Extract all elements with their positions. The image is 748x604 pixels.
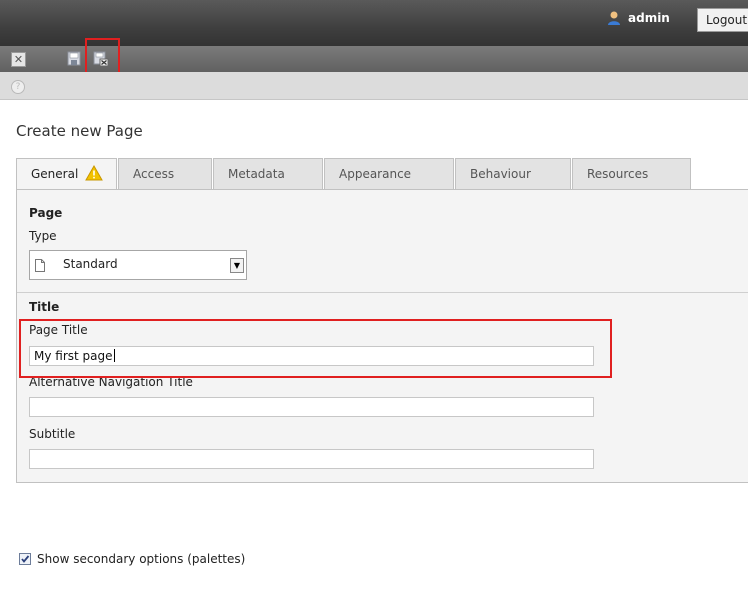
type-select-value: Standard bbox=[63, 257, 118, 271]
type-label: Type bbox=[29, 229, 57, 243]
highlight-page-title bbox=[19, 319, 612, 378]
tab-appearance[interactable]: Appearance bbox=[324, 158, 454, 189]
section-title: Title bbox=[29, 300, 60, 314]
type-select[interactable]: Standard ▼ bbox=[29, 250, 247, 280]
tab-access[interactable]: Access bbox=[118, 158, 212, 189]
palettes-option[interactable]: Show secondary options (palettes) bbox=[19, 552, 245, 566]
tab-label: Access bbox=[133, 167, 175, 181]
section-page: Page bbox=[29, 206, 63, 220]
tab-label: Resources bbox=[587, 167, 649, 181]
user-menu[interactable]: admin bbox=[606, 10, 670, 26]
palettes-label: Show secondary options (palettes) bbox=[37, 552, 246, 566]
document-icon bbox=[35, 259, 45, 272]
help-icon[interactable]: ? bbox=[11, 80, 25, 94]
tab-resources[interactable]: Resources bbox=[572, 158, 691, 189]
logout-button[interactable]: Logout bbox=[697, 8, 748, 32]
save-icon[interactable] bbox=[67, 51, 81, 66]
palettes-checkbox[interactable] bbox=[19, 553, 31, 565]
page-title: Create new Page bbox=[16, 122, 143, 140]
tab-behaviour[interactable]: Behaviour bbox=[455, 158, 571, 189]
subtitle-label: Subtitle bbox=[29, 427, 76, 441]
username: admin bbox=[628, 11, 670, 25]
chevron-down-icon[interactable]: ▼ bbox=[230, 258, 244, 273]
nav-title-input[interactable] bbox=[29, 397, 594, 417]
user-icon bbox=[608, 11, 620, 25]
tab-label: Metadata bbox=[228, 167, 285, 181]
tab-label: Behaviour bbox=[470, 167, 531, 181]
checkmark-icon bbox=[21, 555, 30, 563]
tab-label: General bbox=[31, 167, 79, 181]
doc-header: ? bbox=[0, 72, 748, 100]
close-icon[interactable]: ✕ bbox=[11, 52, 26, 67]
tab-metadata[interactable]: Metadata bbox=[213, 158, 323, 189]
tab-general[interactable]: General bbox=[16, 158, 117, 190]
subtitle-input[interactable] bbox=[29, 449, 594, 469]
tab-label: Appearance bbox=[339, 167, 412, 181]
section-divider bbox=[17, 292, 748, 293]
warning-icon bbox=[85, 165, 103, 181]
